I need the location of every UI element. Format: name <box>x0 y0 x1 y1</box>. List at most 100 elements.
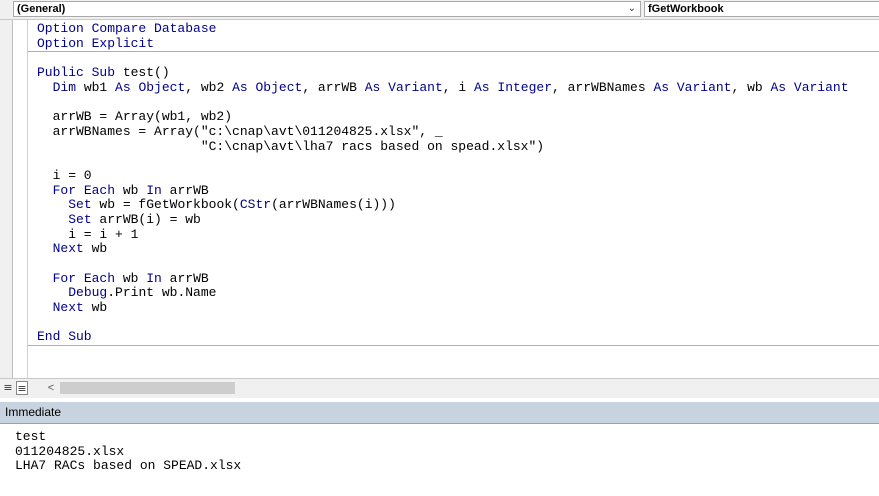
code-keyword: For Each <box>52 270 116 286</box>
code-text: wb <box>83 300 108 316</box>
gutter-divider <box>27 20 28 378</box>
code-keyword: Option Compare Database <box>37 21 217 36</box>
object-combo[interactable]: (General) ⌄ <box>13 1 641 17</box>
code-text: wb = fGetWorkbook( <box>91 197 240 213</box>
code-keyword: Public Sub <box>37 65 116 81</box>
immediate-window[interactable]: test 011204825.xlsx LHA7 RACs based on SPE… <box>0 423 879 496</box>
code-line[interactable]: Next wb <box>37 241 879 257</box>
code-line[interactable]: For Each wb In arrWB <box>37 270 879 287</box>
code-text: (arrWBNames(i))) <box>271 197 396 213</box>
code-keyword: End Sub <box>37 329 92 345</box>
code-line[interactable]: i = 0 <box>37 168 879 184</box>
code-text: , wb2 <box>185 79 233 95</box>
code-line[interactable]: For Each wb In arrWB <box>37 182 879 199</box>
code-line[interactable]: Option Explicit <box>37 35 879 52</box>
code-line[interactable]: arrWB = Array(wb1, wb2) <box>37 109 879 125</box>
immediate-window-title: Immediate <box>0 402 879 423</box>
code-keyword: As <box>770 79 787 95</box>
code-line[interactable]: Debug.Print wb.Name <box>37 286 879 301</box>
code-line[interactable]: Option Compare Database <box>37 21 879 37</box>
code-text: .Print wb.Name <box>107 285 217 301</box>
code-keyword: As <box>653 79 670 95</box>
procedure-combo-value: fGetWorkbook <box>648 3 724 15</box>
code-keyword: As <box>232 79 248 95</box>
code-text: wb <box>83 241 108 257</box>
code-text: arrWB = Array(wb1, wb2) <box>37 109 233 125</box>
code-keyword: Next <box>52 241 84 257</box>
code-keyword: Next <box>52 300 84 316</box>
code-window-statusbar: ≡ ≡ < <box>0 378 879 398</box>
object-combo-value: (General) <box>17 3 66 15</box>
code-text: "C:\cnap\avt\lha7 racs based on spead.xl… <box>37 138 545 154</box>
code-text: arrWB(i) = wb <box>91 211 201 227</box>
code-text: arrWB <box>161 182 209 198</box>
code-keyword: Set <box>68 197 92 213</box>
code-keyword: In <box>146 270 162 286</box>
horizontal-scrollbar-thumb[interactable] <box>60 382 235 394</box>
code-line[interactable] <box>37 316 879 331</box>
code-text: , arrWB <box>302 79 365 95</box>
code-text: arrWBNames = Array("c:\cnap\avt\01120482… <box>37 123 443 139</box>
code-keyword: Object <box>255 79 303 95</box>
code-line[interactable] <box>37 51 879 66</box>
chevron-down-icon[interactable]: ⌄ <box>628 2 636 16</box>
code-line[interactable]: End Sub <box>37 330 879 345</box>
code-line[interactable]: Set wb = fGetWorkbook(CStr(arrWBNames(i)… <box>37 197 879 213</box>
code-keyword: For Each <box>52 182 116 198</box>
code-line[interactable]: Next wb <box>37 300 879 316</box>
code-line[interactable] <box>37 154 879 169</box>
code-keyword: Variant <box>388 79 443 95</box>
code-window-toolbar: (General) ⌄ fGetWorkbook <box>0 0 879 20</box>
code-keyword: Variant <box>793 79 849 95</box>
code-line[interactable]: Dim wb1 As Object, wb2 As Object, arrWB … <box>37 79 879 96</box>
code-editor[interactable]: Option Compare Database Option Explicit P… <box>37 21 879 362</box>
code-line[interactable]: "C:\cnap\avt\lha7 racs based on spead.xl… <box>37 138 879 155</box>
immediate-output: test 011204825.xlsx LHA7 RACs based on SPE… <box>15 429 242 474</box>
code-line[interactable]: Public Sub test() <box>37 65 879 81</box>
immediate-line: LHA7 RACs based on SPEAD.xlsx <box>15 458 242 474</box>
code-keyword: As <box>115 79 131 95</box>
code-text: wb <box>115 182 147 198</box>
procedure-separator <box>28 345 879 346</box>
code-keyword: In <box>146 182 162 198</box>
code-keyword: As <box>364 79 381 95</box>
code-text: test() <box>115 65 170 81</box>
code-keyword: Debug <box>68 285 108 301</box>
procedure-view-icon[interactable]: ≡ <box>2 381 14 395</box>
code-text: i = i + 1 <box>37 226 139 242</box>
immediate-line: 011204825.xlsx <box>15 443 125 459</box>
code-line[interactable] <box>37 95 879 110</box>
code-keyword: As <box>473 79 490 95</box>
immediate-line: test <box>15 429 47 444</box>
margin-indicator-bar[interactable] <box>0 20 13 378</box>
code-keyword: CStr <box>239 197 272 213</box>
code-text: , i <box>442 79 474 95</box>
immediate-title-label: Immediate <box>5 405 62 419</box>
code-keyword: Option Explicit <box>37 35 155 51</box>
code-line[interactable]: i = i + 1 <box>37 226 879 243</box>
procedure-combo[interactable]: fGetWorkbook <box>644 1 879 17</box>
full-module-view-icon[interactable]: ≡ <box>16 381 28 395</box>
code-line[interactable]: Set arrWB(i) = wb <box>37 211 879 228</box>
code-line[interactable]: arrWBNames = Array("c:\cnap\avt\01120482… <box>37 123 879 140</box>
code-keyword: Set <box>68 211 92 227</box>
scroll-left-icon[interactable]: < <box>46 381 56 395</box>
code-text: , arrWBNames <box>552 79 654 95</box>
code-keyword: Integer <box>497 79 553 95</box>
code-text: , wb <box>731 79 771 95</box>
code-line[interactable] <box>37 257 879 272</box>
code-keyword: Variant <box>676 79 732 95</box>
code-keyword: Object <box>138 79 186 95</box>
